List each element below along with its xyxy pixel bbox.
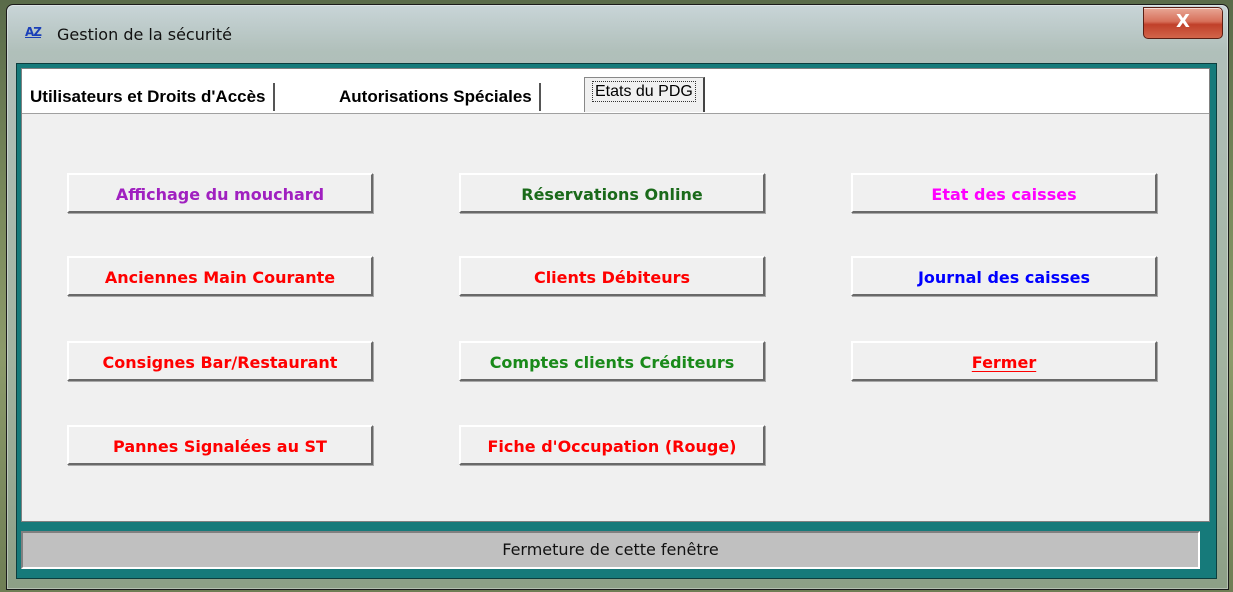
comptes-clients-crediteurs-label: Comptes clients Créditeurs [489,353,735,372]
tab-etats-pdg-label: Etats du PDG [592,81,696,102]
reservations-online-label: Réservations Online [521,185,703,204]
fiche-occupation-label: Fiche d'Occupation (Rouge) [487,437,737,456]
client-area: Utilisateurs et Droits d'Accès Autorisat… [16,63,1217,579]
affichage-mouchard-button[interactable]: Affichage du mouchard [67,173,373,213]
fermer-label: Fermer [971,353,1037,372]
fermer-button[interactable]: Fermer [851,341,1157,381]
tab-strip: Utilisateurs et Droits d'Accès Autorisat… [22,69,1209,114]
journal-caisses-label: Journal des caisses [917,268,1091,287]
tab-utilisateurs[interactable]: Utilisateurs et Droits d'Accès [30,83,275,111]
clients-debiteurs-label: Clients Débiteurs [533,268,691,287]
comptes-clients-crediteurs-button[interactable]: Comptes clients Créditeurs [459,341,765,381]
consignes-bar-restaurant-button[interactable]: Consignes Bar/Restaurant [67,341,373,381]
close-button[interactable]: X [1143,7,1223,39]
pannes-signalees-label: Pannes Signalées au ST [113,437,327,456]
window-title: Gestion de la sécurité [57,25,232,44]
tab-panel: Utilisateurs et Droits d'Accès Autorisat… [21,68,1210,522]
anciennes-main-courante-button[interactable]: Anciennes Main Courante [67,256,373,296]
reservations-online-button[interactable]: Réservations Online [459,173,765,213]
anciennes-main-courante-label: Anciennes Main Courante [104,268,336,287]
title-bar[interactable]: AZ Gestion de la sécurité X [7,5,1228,63]
affichage-mouchard-label: Affichage du mouchard [115,185,325,204]
consignes-bar-restaurant-label: Consignes Bar/Restaurant [102,353,338,372]
etat-caisses-button[interactable]: Etat des caisses [851,173,1157,213]
security-window: AZ Gestion de la sécurité X Utilisateurs… [6,4,1229,590]
status-bar: Fermeture de cette fenêtre [21,531,1200,569]
tab-etats-pdg[interactable]: Etats du PDG [584,77,705,112]
etat-caisses-label: Etat des caisses [931,185,1077,204]
app-az-icon: AZ [25,25,42,39]
clients-debiteurs-button[interactable]: Clients Débiteurs [459,256,765,296]
journal-caisses-button[interactable]: Journal des caisses [851,256,1157,296]
fiche-occupation-button[interactable]: Fiche d'Occupation (Rouge) [459,425,765,465]
tab-autorisations[interactable]: Autorisations Spéciales [339,83,541,111]
pannes-signalees-button[interactable]: Pannes Signalées au ST [67,425,373,465]
